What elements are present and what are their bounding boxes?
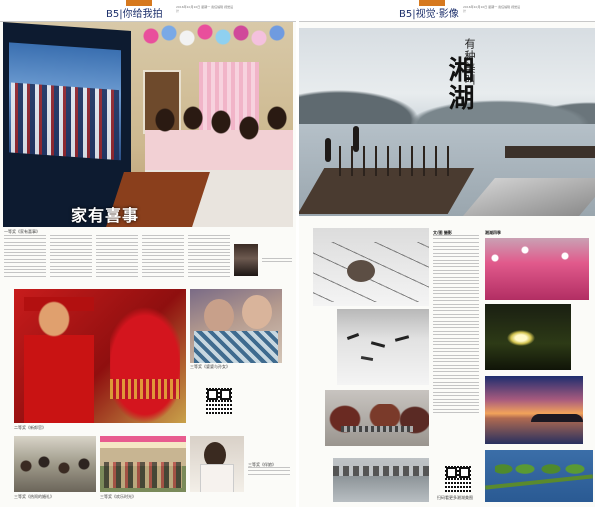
caption-grandmother: 三等奖《婆婆与孙女》 (190, 364, 230, 369)
page-header: B5|你给我拍 2016年10月10日 星期一 责任编辑 视觉设计 (0, 0, 296, 22)
caption-bridesmaid-text: 三等奖《伴娘》 (248, 462, 290, 477)
text-column (96, 235, 138, 282)
text-column (50, 235, 92, 282)
television (3, 22, 131, 227)
text-column (188, 235, 230, 282)
sunset-photo (485, 376, 583, 444)
pavilion-photo (325, 390, 429, 446)
caption-groom: 二等奖《新郎官》 (14, 425, 46, 430)
article-text: 文/图 摄影 (433, 230, 479, 245)
grandmother-photo (190, 289, 282, 363)
dancer-figure (325, 138, 331, 162)
text-column (142, 235, 184, 282)
bridge-photo (333, 458, 429, 502)
gold-trim (110, 379, 180, 399)
bridesmaid-photo (190, 436, 244, 492)
headline: 家有喜事 (71, 206, 140, 225)
qr-caption: 扫码看更多湘湖美图 (437, 495, 473, 500)
qr-code[interactable] (206, 388, 232, 414)
egrets-photo (337, 309, 429, 385)
left-newspaper-page: B5|你给我拍 2016年10月10日 星期一 责任编辑 视觉设计 家有喜事 一… (0, 0, 296, 507)
author-note (262, 258, 292, 265)
far-pier (505, 146, 595, 158)
pink-flowers-photo (485, 238, 589, 300)
bride-veil (110, 307, 180, 423)
xianghu-lake-photo: 有种美叫 湘湖 (299, 28, 595, 216)
qr-code[interactable] (445, 466, 471, 492)
caption-crowd: 三等奖《热闹的婚礼》 (14, 494, 54, 499)
caption-main: 一等奖《家有喜事》 (4, 229, 40, 234)
balloons (141, 24, 291, 64)
header-meta: 2016年10月10日 星期一 责任编辑 视觉设计 (463, 5, 521, 13)
groom-figure (24, 297, 94, 423)
main-wedding-photo: 家有喜事 (3, 22, 293, 227)
title-line-2: 湘湖 (444, 56, 474, 112)
column-caption: 湘湖四季 (485, 230, 501, 235)
article-text-columns (433, 246, 479, 456)
page-header: B5|视觉·影像 2016年10月10日 星期一 责任编辑 视觉设计 (299, 0, 595, 22)
caption-banquet: 三等奖《欢乐时光》 (100, 494, 136, 499)
dancer-figure (353, 126, 359, 152)
green-islands-photo (485, 450, 593, 502)
header-meta: 2016年10月10日 星期一 责任编辑 视觉设计 (176, 5, 234, 13)
page-number-section: B5|视觉·影像 (399, 9, 459, 20)
right-newspaper-page: B5|视觉·影像 2016年10月10日 星期一 责任编辑 视觉设计 有种美叫 … (299, 0, 595, 507)
night-lights-photo (485, 304, 571, 370)
page-number-section: B5|你给我拍 (106, 9, 163, 20)
banquet-photo (100, 436, 186, 492)
text-column (4, 235, 46, 282)
bride-groom-photo (14, 289, 186, 423)
text-column (433, 246, 479, 456)
snowy-branch-photo (313, 228, 429, 306)
author-portrait (234, 244, 258, 276)
body-text-columns (4, 235, 230, 282)
wedding-crowd-photo (14, 436, 96, 492)
